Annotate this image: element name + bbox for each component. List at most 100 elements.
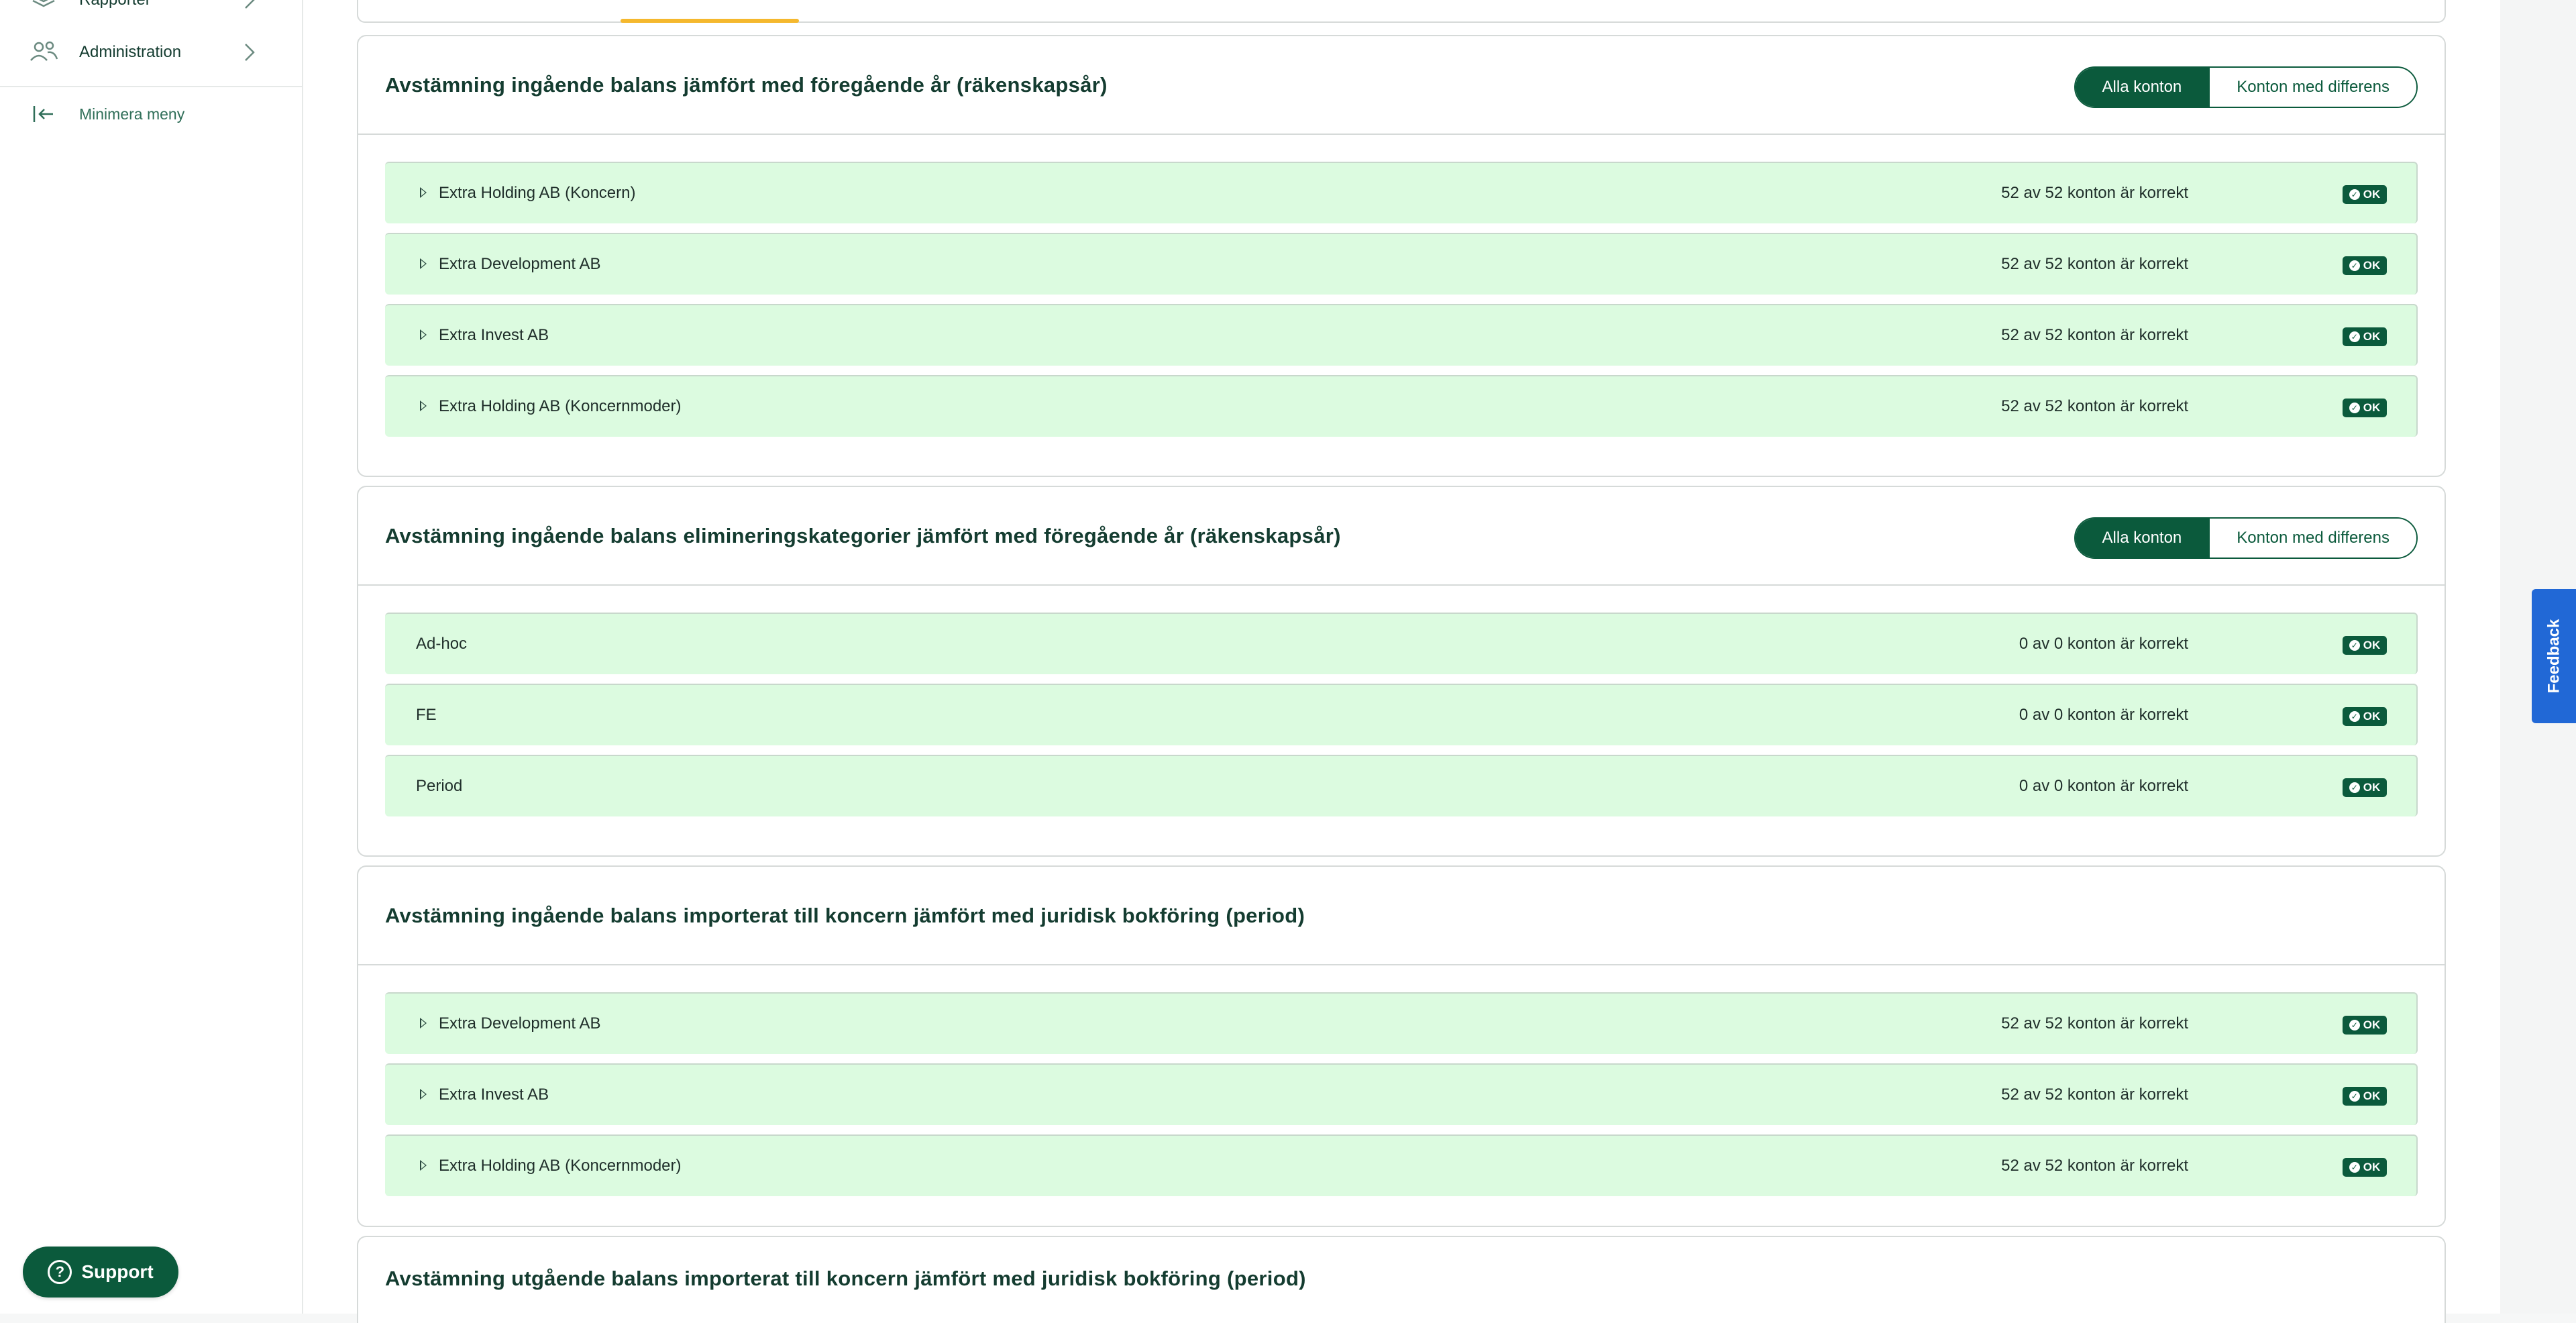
check-circle-icon: ✓ xyxy=(2349,331,2360,342)
expand-caret-icon[interactable] xyxy=(420,258,427,269)
company-name: Extra Development AB xyxy=(439,1014,601,1033)
category-name: Ad-hoc xyxy=(416,635,468,653)
account-status: 0 av 0 konton är korrekt xyxy=(2019,635,2188,653)
card-header: Avstämning ingående balans elimineringsk… xyxy=(358,487,2445,586)
card-title: Avstämning ingående balans jämfört med f… xyxy=(385,72,1108,97)
ok-label: OK xyxy=(2363,188,2381,201)
account-status: 0 av 0 konton är korrekt xyxy=(2019,777,2188,795)
company-name: Extra Invest AB xyxy=(439,1086,549,1104)
ok-badge: ✓ OK xyxy=(2343,1016,2387,1035)
feedback-label: Feedback xyxy=(2544,619,2563,694)
expand-caret-icon[interactable] xyxy=(420,401,427,411)
all-accounts-button[interactable]: Alla konton xyxy=(2075,519,2209,558)
company-name: Extra Development AB xyxy=(439,255,601,273)
card-header: Avstämning ingående balans jämfört med f… xyxy=(358,36,2445,135)
company-row[interactable]: Extra Holding AB (Koncernmoder) 52 av 52… xyxy=(385,375,2418,437)
company-name: Extra Holding AB (Koncern) xyxy=(439,184,636,202)
company-row[interactable]: Extra Development AB 52 av 52 konton är … xyxy=(385,233,2418,295)
expand-caret-icon[interactable] xyxy=(420,329,427,340)
ok-badge: ✓ OK xyxy=(2343,327,2387,346)
active-tab-indicator xyxy=(621,19,799,23)
check-circle-icon: ✓ xyxy=(2349,1162,2360,1173)
expand-caret-icon[interactable] xyxy=(420,187,427,198)
expand-caret-icon[interactable] xyxy=(420,1089,427,1100)
sidebar-item-administration[interactable]: Administration xyxy=(27,32,268,72)
all-accounts-button[interactable]: Alla konton xyxy=(2075,68,2209,107)
company-name: Extra Invest AB xyxy=(439,326,549,344)
sidebar-item-label: Rapporter xyxy=(79,0,151,9)
expand-caret-icon[interactable] xyxy=(420,1018,427,1028)
company-name: Extra Holding AB (Koncernmoder) xyxy=(439,1157,682,1175)
accounts-with-difference-button[interactable]: Konton med differens xyxy=(2208,68,2416,107)
category-name: Period xyxy=(416,777,463,795)
ok-badge: ✓ OK xyxy=(2343,185,2387,204)
card-header: Avstämning ingående balans importerat ti… xyxy=(358,867,2445,965)
check-circle-icon: ✓ xyxy=(2349,1091,2360,1102)
check-circle-icon: ✓ xyxy=(2349,782,2360,793)
category-name: FE xyxy=(416,706,437,724)
account-status: 52 av 52 konton är korrekt xyxy=(2001,184,2188,202)
category-row: Ad-hoc 0 av 0 konton är korrekt ✓ OK xyxy=(385,613,2418,674)
account-status: 52 av 52 konton är korrekt xyxy=(2001,326,2188,344)
account-status: 0 av 0 konton är korrekt xyxy=(2019,706,2188,724)
ok-badge: ✓ OK xyxy=(2343,707,2387,726)
check-circle-icon: ✓ xyxy=(2349,260,2360,271)
account-status: 52 av 52 konton är korrekt xyxy=(2001,1157,2188,1175)
ok-badge: ✓ OK xyxy=(2343,1158,2387,1177)
company-row[interactable]: Extra Invest AB 52 av 52 konton är korre… xyxy=(385,1063,2418,1125)
ok-label: OK xyxy=(2363,710,2381,723)
sidebar-item-label: Administration xyxy=(79,43,182,61)
minimize-menu-label: Minimera meny xyxy=(79,105,185,123)
ok-label: OK xyxy=(2363,639,2381,651)
company-row[interactable]: Extra Development AB 52 av 52 konton är … xyxy=(385,992,2418,1054)
reconciliation-card-elimination-categories: Avstämning ingående balans elimineringsk… xyxy=(357,486,2446,857)
ok-label: OK xyxy=(2363,1018,2381,1031)
reconciliation-card-opening-vs-previous-year: Avstämning ingående balans jämfört med f… xyxy=(357,35,2446,477)
ok-label: OK xyxy=(2363,1161,2381,1173)
ok-label: OK xyxy=(2363,781,2381,794)
account-filter-toggle: Alla konton Konton med differens xyxy=(2074,517,2418,559)
feedback-button[interactable]: Feedback xyxy=(2532,589,2576,723)
check-circle-icon: ✓ xyxy=(2349,711,2360,722)
company-row[interactable]: Extra Holding AB (Koncern) 52 av 52 kont… xyxy=(385,162,2418,223)
ok-badge: ✓ OK xyxy=(2343,636,2387,655)
check-circle-icon: ✓ xyxy=(2349,1020,2360,1030)
category-row: FE 0 av 0 konton är korrekt ✓ OK xyxy=(385,684,2418,745)
ok-badge: ✓ OK xyxy=(2343,256,2387,275)
category-row: Period 0 av 0 konton är korrekt ✓ OK xyxy=(385,755,2418,816)
account-status: 52 av 52 konton är korrekt xyxy=(2001,255,2188,273)
chevron-right-icon xyxy=(241,0,258,14)
chevron-right-icon xyxy=(241,42,258,66)
check-circle-icon: ✓ xyxy=(2349,189,2360,200)
ok-label: OK xyxy=(2363,1090,2381,1102)
sidebar-item-rapporter[interactable]: Rapporter xyxy=(27,0,268,20)
layers-icon xyxy=(27,0,60,17)
account-filter-toggle: Alla konton Konton med differens xyxy=(2074,66,2418,108)
company-row[interactable]: Extra Invest AB 52 av 52 konton är korre… xyxy=(385,304,2418,366)
sidebar-divider xyxy=(0,86,302,87)
ok-badge: ✓ OK xyxy=(2343,399,2387,417)
account-status: 52 av 52 konton är korrekt xyxy=(2001,1086,2188,1104)
sidebar: Rapporter Administration Minimera meny ?… xyxy=(0,0,303,1314)
check-circle-icon: ✓ xyxy=(2349,640,2360,651)
minimize-menu-button[interactable]: Minimera meny xyxy=(27,94,268,134)
card-title: Avstämning ingående balans elimineringsk… xyxy=(385,523,1341,547)
account-status: 52 av 52 konton är korrekt xyxy=(2001,397,2188,415)
ok-badge: ✓ OK xyxy=(2343,1087,2387,1106)
ok-label: OK xyxy=(2363,259,2381,272)
ok-label: OK xyxy=(2363,330,2381,343)
card-title: Avstämning ingående balans importerat ti… xyxy=(385,903,1305,927)
accounts-with-difference-button[interactable]: Konton med differens xyxy=(2208,519,2416,558)
support-label: Support xyxy=(81,1261,154,1282)
collapse-left-icon xyxy=(27,97,60,131)
card-title: Avstämning utgående balans importerat ti… xyxy=(385,1267,1306,1290)
help-icon: ? xyxy=(48,1260,72,1284)
company-name: Extra Holding AB (Koncernmoder) xyxy=(439,397,682,415)
company-row[interactable]: Extra Holding AB (Koncernmoder) 52 av 52… xyxy=(385,1134,2418,1196)
ok-badge: ✓ OK xyxy=(2343,778,2387,797)
account-status: 52 av 52 konton är korrekt xyxy=(2001,1014,2188,1033)
support-button[interactable]: ? Support xyxy=(23,1247,178,1298)
reconciliation-card-opening-imported-vs-legal: Avstämning ingående balans importerat ti… xyxy=(357,865,2446,1227)
expand-caret-icon[interactable] xyxy=(420,1160,427,1171)
ok-label: OK xyxy=(2363,401,2381,414)
